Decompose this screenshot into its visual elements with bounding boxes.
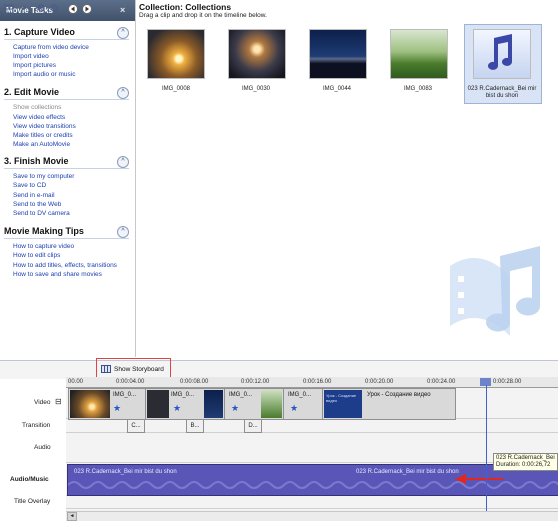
red-arrow-icon [455,474,503,484]
show-storyboard-label: Show Storyboard [114,366,164,373]
clip-caption: IMG_0083 [403,86,433,92]
ruler-tick: 0:00:16.00 [303,379,332,385]
ruler-tick: 0:00:28.00 [493,379,522,385]
ruler-tick: 0:00:08.00 [180,379,209,385]
zoom-out-icon[interactable] [50,4,60,14]
playhead-line[interactable] [486,385,487,520]
collection-title: Collection: Collections [139,2,232,12]
section-finish-movie-title[interactable]: 3. Finish Movie [4,156,69,166]
link-make-titles[interactable]: Make titles or credits [13,132,73,139]
clip-caption: IMG_0008 [161,86,191,92]
clip-thumbnail[interactable] [309,29,367,79]
link-import-video[interactable]: Import video [13,53,49,60]
rewind-icon[interactable] [68,4,78,14]
close-icon[interactable]: × [120,5,125,15]
link-how-edit[interactable]: How to edit clips [13,252,60,259]
divider [4,238,129,239]
clip-frame [70,390,110,418]
expand-video-icon[interactable]: ⊟ [55,397,62,406]
collapse-edit-icon[interactable]: ^ [117,87,129,99]
section-tips-title[interactable]: Movie Making Tips [4,226,84,236]
tooltip-duration: Duration: 0:00:26,72 [496,462,551,468]
film-music-watermark-icon [450,246,541,336]
effect-star-icon: ★ [113,403,122,413]
divider [4,39,129,40]
divider [4,99,129,100]
clip-caption: 023 R.Cadernack_Bei mir bist du shon [467,86,537,99]
clip-thumbnail[interactable] [228,29,286,79]
video-clip[interactable]: IMG_0... ★ [68,388,146,420]
effect-star-icon: ★ [231,403,240,413]
divider [4,168,129,169]
transition-clip[interactable]: B... [186,419,204,433]
collapse-finish-icon[interactable]: ^ [117,156,129,168]
video-clip[interactable]: IMG_0... ★ [145,388,225,420]
play-icon[interactable] [82,4,92,14]
collapse-tips-icon[interactable]: ^ [117,226,129,238]
link-how-save[interactable]: How to save and share movies [13,271,102,278]
ruler-tick: 00.00 [68,379,84,385]
link-import-pictures[interactable]: Import pictures [13,62,56,69]
link-view-video-effects[interactable]: View video effects [13,114,65,121]
track-label-audio-music: Audio/Music [10,476,49,483]
link-capture-from-device[interactable]: Capture from video device [13,44,89,51]
clip-frame [204,390,223,418]
effect-star-icon: ★ [290,403,299,413]
music-file-thumbnail[interactable] [473,29,531,79]
narration-icon[interactable] [18,4,28,14]
tooltip-title: 023 R.Cadernack_Bei [496,455,555,461]
collapse-capture-icon[interactable]: ^ [117,27,129,39]
ruler-tick: 0:00:04.00 [116,379,145,385]
collection-subtitle: Drag a clip and drop it on the timeline … [139,12,267,19]
link-send-dv[interactable]: Send to DV camera [13,210,70,217]
clip-thumbnail[interactable] [147,29,205,79]
link-how-capture[interactable]: How to capture video [13,243,74,250]
ruler-tick: 0:00:24.00 [427,379,456,385]
section-edit-movie-title[interactable]: 2. Edit Movie [4,87,59,97]
transition-clip[interactable]: D... [244,419,262,433]
audio-clip-label: 023 R.Cadernack_Bei mir bist du shon [74,469,177,475]
track-label-audio: Audio [34,444,51,451]
video-clip[interactable]: IMG_0... ★ [283,388,323,420]
track-label-title-overlay: Title Overlay [14,498,51,505]
title-clip[interactable]: Урок - Создание видео Урок - Создание ви… [322,388,456,420]
storyboard-view-icon[interactable] [4,4,14,14]
clip-thumbnail[interactable] [390,29,448,79]
ruler-tick: 0:00:12.00 [241,379,270,385]
link-view-video-transitions[interactable]: View video transitions [13,123,76,130]
link-send-web[interactable]: Send to the Web [13,201,61,208]
link-save-to-computer[interactable]: Save to my computer [13,173,74,180]
link-import-audio[interactable]: Import audio or music [13,71,76,78]
video-clip[interactable]: IMG_0... ★ [224,388,284,420]
ruler-tick: 0:00:20.00 [365,379,394,385]
divider [66,462,558,463]
title-card-frame: Урок - Создание видео [324,390,362,418]
effect-star-icon: ★ [173,403,182,413]
music-note-icon [488,34,512,70]
track-label-video: Video [34,399,51,406]
link-send-email[interactable]: Send in e-mail [13,192,55,199]
link-show-collections: Show collections [13,104,62,111]
section-capture-video-title[interactable]: 1. Capture Video [4,27,75,37]
clip-tooltip: 023 R.Cadernack_Bei Duration: 0:00:26,72 [493,453,558,471]
transition-clip[interactable]: C... [127,419,145,433]
link-save-to-cd[interactable]: Save to CD [13,182,46,189]
divider [66,508,558,509]
storyboard-icon [101,365,111,373]
link-make-automovie[interactable]: Make an AutoMovie [13,141,70,148]
clip-frame [261,390,282,418]
clip-frame [147,390,169,418]
audio-clip-label: 023 R.Cadernack_Bei mir bist du shon [356,469,459,475]
track-label-transition: Transition [22,422,51,429]
zoom-in-icon[interactable] [37,4,47,14]
clip-caption: IMG_0044 [322,86,352,92]
clip-caption: IMG_0030 [241,86,271,92]
link-how-add-titles[interactable]: How to add titles, effects, transitions [13,262,117,269]
